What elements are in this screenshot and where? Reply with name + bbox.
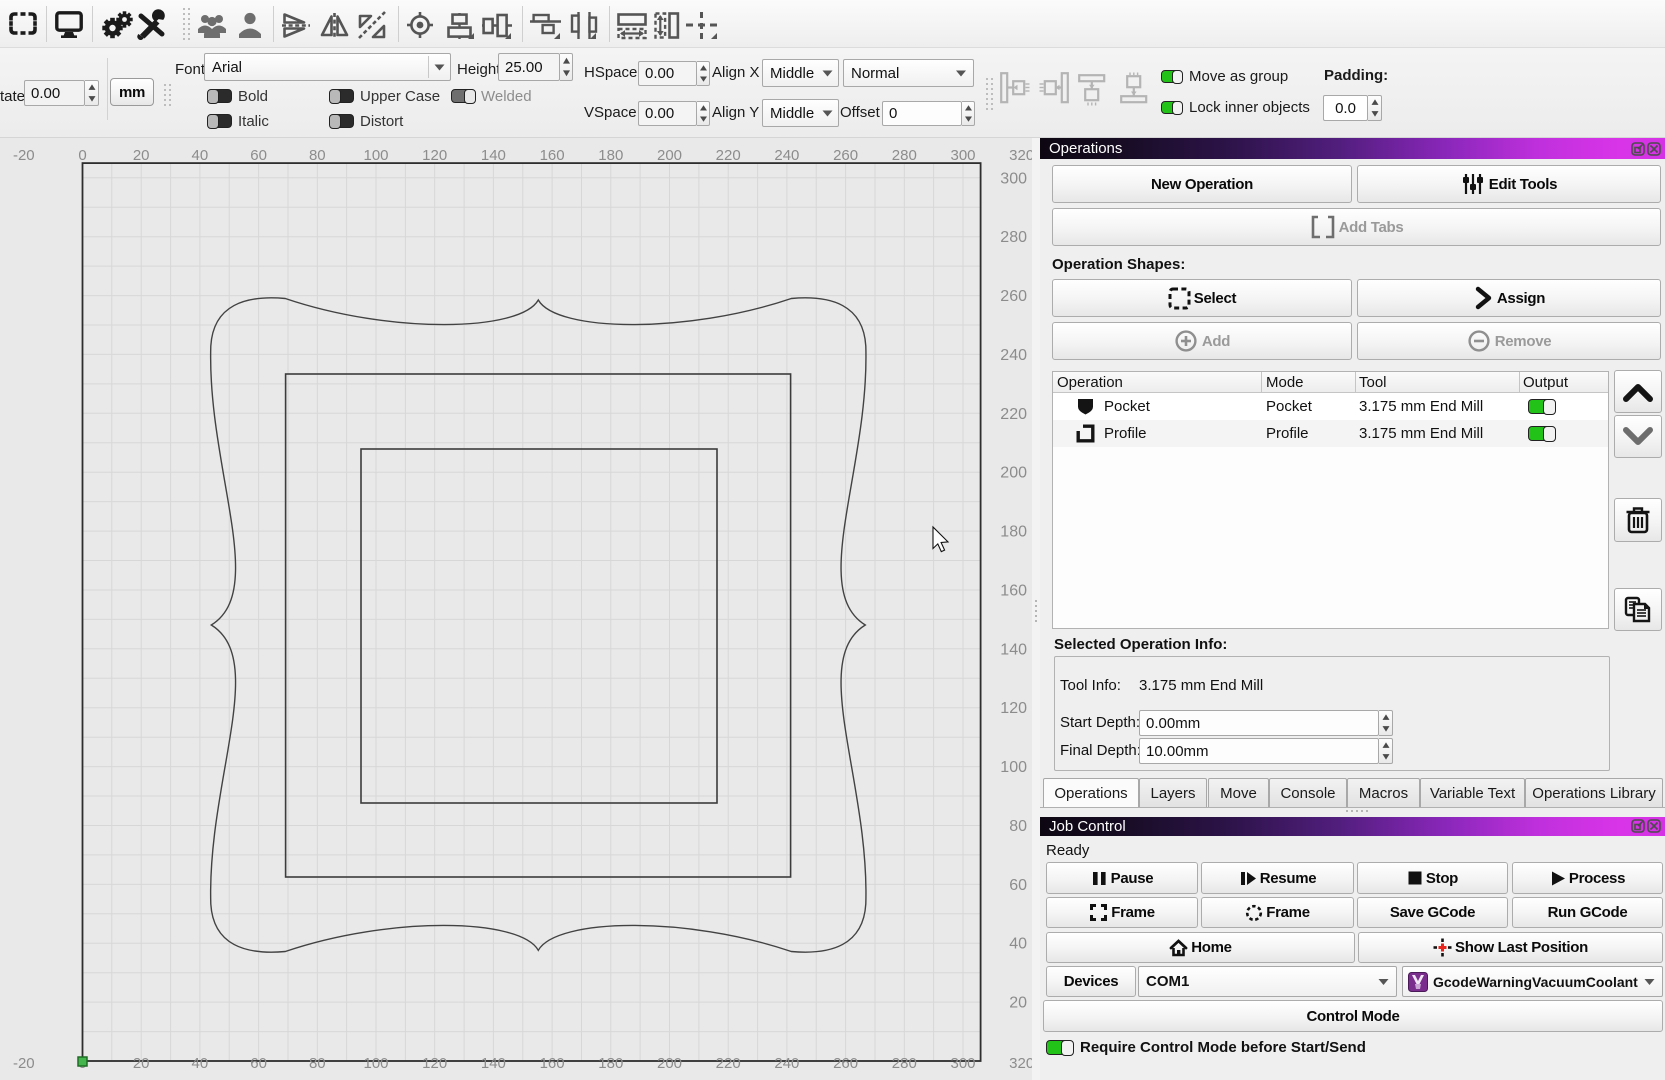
svg-text:220: 220 bbox=[1000, 406, 1027, 423]
svg-text:60: 60 bbox=[1009, 877, 1027, 894]
svg-text:40: 40 bbox=[1009, 936, 1027, 953]
svg-text:160: 160 bbox=[540, 1055, 565, 1072]
svg-text:100: 100 bbox=[363, 147, 388, 164]
svg-text:40: 40 bbox=[192, 147, 209, 164]
svg-text:200: 200 bbox=[657, 1055, 682, 1072]
svg-text:280: 280 bbox=[892, 147, 917, 164]
svg-text:320: 320 bbox=[1009, 1055, 1032, 1072]
svg-text:-20: -20 bbox=[13, 147, 35, 164]
svg-text:200: 200 bbox=[1000, 465, 1027, 482]
svg-text:140: 140 bbox=[1000, 641, 1027, 658]
svg-text:220: 220 bbox=[716, 147, 741, 164]
svg-text:260: 260 bbox=[833, 147, 858, 164]
svg-text:0: 0 bbox=[78, 147, 86, 164]
svg-text:40: 40 bbox=[192, 1055, 209, 1072]
svg-text:60: 60 bbox=[250, 1055, 267, 1072]
svg-text:280: 280 bbox=[892, 1055, 917, 1072]
svg-text:200: 200 bbox=[657, 147, 682, 164]
svg-text:140: 140 bbox=[481, 1055, 506, 1072]
svg-text:20: 20 bbox=[133, 147, 150, 164]
svg-text:180: 180 bbox=[598, 1055, 623, 1072]
svg-text:300: 300 bbox=[1000, 170, 1027, 187]
svg-text:220: 220 bbox=[716, 1055, 741, 1072]
svg-text:280: 280 bbox=[1000, 229, 1027, 246]
svg-text:240: 240 bbox=[774, 1055, 799, 1072]
svg-text:20: 20 bbox=[133, 1055, 150, 1072]
svg-text:300: 300 bbox=[950, 1055, 975, 1072]
svg-text:-20: -20 bbox=[13, 1055, 35, 1072]
svg-text:120: 120 bbox=[422, 147, 447, 164]
svg-text:160: 160 bbox=[1000, 583, 1027, 600]
svg-text:180: 180 bbox=[1000, 524, 1027, 541]
svg-text:80: 80 bbox=[1009, 818, 1027, 835]
svg-text:100: 100 bbox=[1000, 759, 1027, 776]
svg-text:120: 120 bbox=[422, 1055, 447, 1072]
svg-text:140: 140 bbox=[481, 147, 506, 164]
svg-text:180: 180 bbox=[598, 147, 623, 164]
svg-text:260: 260 bbox=[833, 1055, 858, 1072]
svg-text:240: 240 bbox=[1000, 347, 1027, 364]
svg-text:240: 240 bbox=[774, 147, 799, 164]
svg-text:80: 80 bbox=[309, 147, 326, 164]
svg-text:120: 120 bbox=[1000, 700, 1027, 717]
svg-text:260: 260 bbox=[1000, 288, 1027, 305]
svg-text:160: 160 bbox=[540, 147, 565, 164]
svg-text:80: 80 bbox=[309, 1055, 326, 1072]
svg-text:60: 60 bbox=[250, 147, 267, 164]
svg-text:320: 320 bbox=[1009, 147, 1032, 164]
svg-text:100: 100 bbox=[363, 1055, 388, 1072]
svg-text:300: 300 bbox=[950, 147, 975, 164]
svg-text:20: 20 bbox=[1009, 995, 1027, 1012]
